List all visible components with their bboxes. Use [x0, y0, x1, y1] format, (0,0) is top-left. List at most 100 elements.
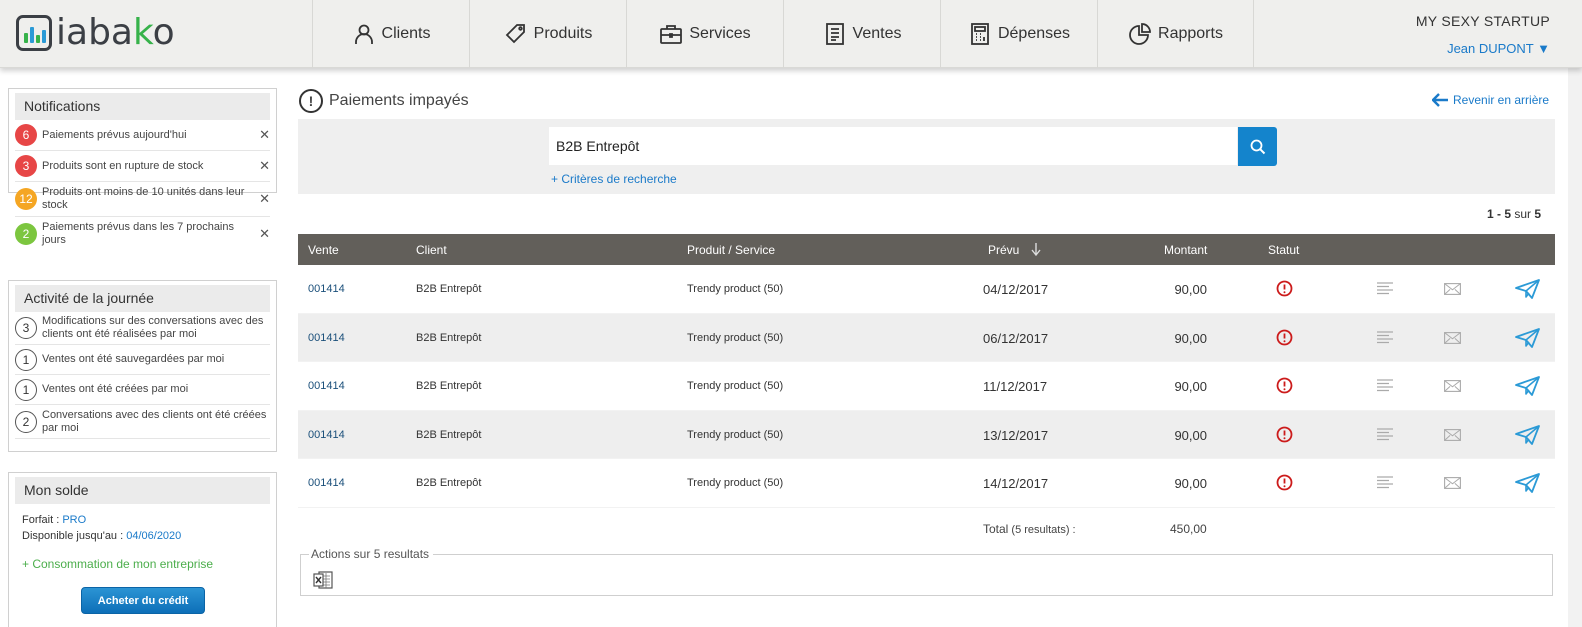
- plan-line: Forfait : PRO: [22, 514, 87, 526]
- col-prevu[interactable]: Prévu: [988, 243, 1019, 257]
- balance-title: Mon solde: [15, 477, 270, 504]
- close-icon[interactable]: ✕: [259, 158, 270, 174]
- notification-item[interactable]: 3 Produits sont en rupture de stock ✕: [15, 151, 270, 182]
- table-row[interactable]: 001414 B2B Entrepôt Trendy product (50) 04/…: [298, 265, 1555, 314]
- sale-number-link[interactable]: 001414: [308, 477, 345, 489]
- consumption-link[interactable]: + Consommation de mon entreprise: [22, 557, 276, 571]
- bulk-actions-legend: Actions sur 5 resultats: [309, 547, 432, 561]
- nav-clients[interactable]: Clients: [312, 0, 469, 68]
- close-icon[interactable]: ✕: [259, 127, 270, 143]
- calculator-icon: [971, 23, 989, 45]
- count-badge: 3: [15, 155, 37, 177]
- col-vente[interactable]: Vente: [308, 243, 339, 257]
- close-icon[interactable]: ✕: [259, 226, 270, 242]
- logo-chart-icon: [16, 15, 52, 51]
- search-input[interactable]: [549, 127, 1237, 165]
- notification-item[interactable]: 2 Paiements prévus dans les 7 prochains …: [15, 217, 270, 251]
- send-reminder-icon[interactable]: [1515, 424, 1540, 445]
- sale-number-link[interactable]: 001414: [308, 283, 345, 295]
- buy-credit-button[interactable]: Acheter du crédit: [81, 587, 205, 614]
- notification-item[interactable]: 6 Paiements prévus aujourd'hui ✕: [15, 120, 270, 151]
- page-scrollbar[interactable]: [1568, 0, 1582, 627]
- user-menu[interactable]: Jean DUPONT ▼: [1447, 41, 1550, 56]
- pagination-info: 1 - 5 sur 5: [1487, 207, 1542, 221]
- activity-panel: Activité de la journée 3 Modifications s…: [8, 280, 277, 452]
- client-cell: B2B Entrepôt: [416, 283, 482, 295]
- client-cell: B2B Entrepôt: [416, 477, 482, 489]
- arrow-left-icon: [1432, 93, 1448, 107]
- notifications-panel: Notifications 6 Paiements prévus aujourd…: [8, 88, 277, 246]
- activity-item[interactable]: 2 Conversations avec des clients ont été…: [15, 405, 270, 439]
- col-client[interactable]: Client: [416, 243, 447, 257]
- sort-arrow-down-icon[interactable]: [1031, 243, 1041, 256]
- email-icon[interactable]: [1444, 283, 1461, 295]
- due-date-cell: 06/12/2017: [983, 330, 1049, 346]
- table-row[interactable]: 001414 B2B Entrepôt Trendy product (50) 14/…: [298, 459, 1555, 508]
- due-date-cell: 04/12/2017: [983, 282, 1049, 297]
- amount-cell: 90,00: [1174, 282, 1207, 297]
- plan-value[interactable]: PRO: [62, 514, 86, 526]
- amount-cell: 90,00: [1174, 330, 1207, 346]
- details-list-icon[interactable]: [1377, 427, 1394, 442]
- unpaid-status-icon: [1276, 474, 1293, 491]
- details-list-icon[interactable]: [1377, 476, 1394, 490]
- document-icon: [825, 23, 844, 45]
- tag-icon: [505, 24, 525, 44]
- product-cell: Trendy product (50): [687, 477, 784, 489]
- email-icon[interactable]: [1444, 428, 1461, 441]
- payments-table: Vente Client Produit / Service Prévu Mon…: [298, 234, 1555, 508]
- search-button[interactable]: [1238, 127, 1277, 166]
- search-zone: + Critères de recherche: [298, 119, 1555, 194]
- activity-item[interactable]: 1 Ventes ont été sauvegardées par moi: [15, 345, 270, 375]
- app-logo[interactable]: iabako: [16, 15, 175, 51]
- product-cell: Trendy product (50): [687, 380, 784, 392]
- nav-produits[interactable]: Produits: [469, 0, 626, 68]
- nav-services[interactable]: Services: [626, 0, 783, 68]
- excel-export-icon[interactable]: [313, 571, 333, 594]
- pie-chart-icon: [1129, 23, 1151, 45]
- table-row[interactable]: 001414 B2B Entrepôt Trendy product (50) 06/…: [298, 313, 1555, 362]
- user-icon: [354, 24, 373, 44]
- search-criteria-link[interactable]: + Critères de recherche: [551, 172, 677, 186]
- sale-number-link[interactable]: 001414: [308, 429, 345, 441]
- back-link[interactable]: Revenir en arrière: [1432, 93, 1549, 107]
- send-reminder-icon[interactable]: [1515, 473, 1540, 493]
- nav-ventes[interactable]: Ventes: [783, 0, 940, 68]
- col-produit[interactable]: Produit / Service: [687, 243, 775, 257]
- main-nav: Clients Produits Services Ventes Dépense…: [312, 0, 1254, 68]
- top-header: iabako Clients Produits Services Ventes …: [0, 0, 1582, 68]
- activity-item[interactable]: 3 Modifications sur des conversations av…: [15, 312, 270, 345]
- send-reminder-icon[interactable]: [1515, 376, 1540, 396]
- unpaid-status-icon: [1276, 377, 1293, 394]
- send-reminder-icon[interactable]: [1515, 279, 1540, 299]
- total-value: 450,00: [1170, 522, 1207, 536]
- send-reminder-icon[interactable]: [1515, 327, 1540, 348]
- amount-cell: 90,00: [1174, 476, 1207, 491]
- client-cell: B2B Entrepôt: [416, 331, 482, 344]
- count-badge: 6: [15, 124, 37, 146]
- due-date-cell: 14/12/2017: [983, 476, 1049, 491]
- details-list-icon[interactable]: [1377, 379, 1394, 393]
- details-list-icon[interactable]: [1377, 330, 1394, 345]
- page-title: ! Paiements impayés: [299, 89, 469, 113]
- count-badge: 12: [15, 188, 37, 210]
- email-icon[interactable]: [1444, 331, 1461, 344]
- unpaid-status-icon: [1276, 280, 1293, 297]
- notification-item[interactable]: 12 Produits ont moins de 10 unités dans …: [15, 182, 270, 217]
- balance-panel: Mon solde Forfait : PRO Disponible jusqu…: [8, 472, 277, 627]
- sale-number-link[interactable]: 001414: [308, 332, 345, 344]
- table-row[interactable]: 001414 B2B Entrepôt Trendy product (50) 11/…: [298, 362, 1555, 411]
- company-name: MY SEXY STARTUP: [1415, 13, 1550, 29]
- nav-depenses[interactable]: Dépenses: [940, 0, 1097, 68]
- email-icon[interactable]: [1444, 477, 1461, 489]
- col-statut[interactable]: Statut: [1268, 243, 1299, 257]
- search-icon: [1250, 139, 1265, 154]
- sale-number-link[interactable]: 001414: [308, 380, 345, 392]
- col-montant[interactable]: Montant: [1164, 243, 1207, 257]
- close-icon[interactable]: ✕: [259, 191, 270, 207]
- activity-item[interactable]: 1 Ventes ont été créées par moi: [15, 375, 270, 405]
- nav-rapports[interactable]: Rapports: [1097, 0, 1254, 68]
- email-icon[interactable]: [1444, 380, 1461, 392]
- table-row[interactable]: 001414 B2B Entrepôt Trendy product (50) 13/…: [298, 410, 1555, 459]
- details-list-icon[interactable]: [1377, 282, 1394, 296]
